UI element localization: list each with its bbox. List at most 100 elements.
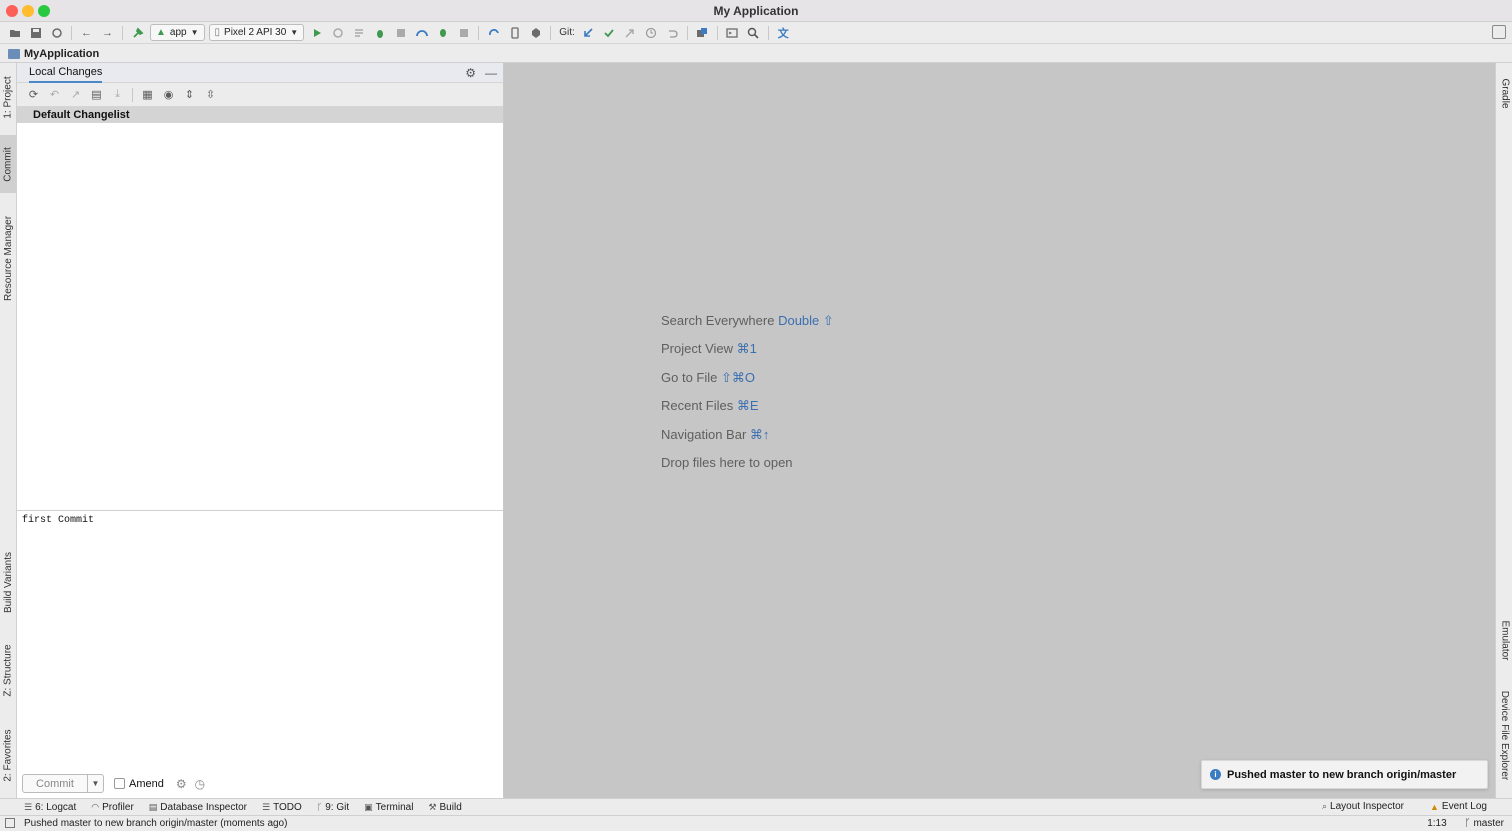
hammer-icon: ⚒ — [428, 801, 437, 812]
status-message[interactable]: Pushed master to new branch origin/maste… — [24, 818, 287, 829]
tab-terminal[interactable]: ▣ Terminal — [364, 802, 413, 813]
breadcrumb-project[interactable]: MyApplication — [24, 48, 99, 60]
tab-favorites[interactable]: 2: Favorites — [0, 718, 17, 793]
tab-resource-manager[interactable]: Resource Manager — [0, 203, 17, 313]
tab-device-file-explorer[interactable]: Device File Explorer — [1496, 683, 1512, 788]
sync-icon[interactable] — [48, 24, 66, 42]
git-update-icon[interactable] — [579, 24, 597, 42]
toolbar-divider — [767, 25, 769, 40]
tab-emulator[interactable]: Emulator — [1496, 613, 1512, 668]
tab-layout-inspector[interactable]: ⌕ Layout Inspector — [1322, 801, 1404, 812]
show-diff-icon[interactable]: ▤ — [88, 86, 106, 104]
toolbar-divider — [478, 25, 480, 40]
run-coverage-icon[interactable] — [392, 24, 410, 42]
tab-git[interactable]: ᚴ 9: Git — [317, 802, 349, 813]
apply-changes-icon[interactable] — [329, 24, 347, 42]
hint-recent-files: Recent Files ⌘E — [661, 398, 759, 414]
device-selector-label: Pixel 2 API 30 — [224, 27, 287, 38]
commit-button[interactable]: Commit ▼ — [22, 774, 104, 793]
expand-all-icon[interactable]: ⇕ — [181, 86, 199, 104]
module-selector-label: app — [169, 27, 187, 38]
checkbox-icon[interactable] — [114, 778, 125, 789]
tab-structure[interactable]: Z: Structure — [0, 633, 17, 708]
user-account-icon[interactable] — [1492, 25, 1506, 39]
eye-icon[interactable]: ◉ — [160, 86, 178, 104]
gear-icon[interactable]: ⚙ — [465, 66, 476, 80]
commit-message-editor[interactable]: first Commit — [17, 510, 503, 769]
tab-event-log[interactable]: ▲ Event Log — [1430, 801, 1487, 812]
rollback-icon[interactable]: ↶ — [46, 86, 64, 104]
refresh-icon[interactable]: ⟳ — [25, 86, 43, 104]
android-icon: ▲ — [156, 27, 166, 38]
amend-checkbox[interactable]: Amend — [114, 778, 164, 790]
default-changelist-node[interactable]: Default Changelist — [17, 107, 503, 123]
forward-arrow-icon[interactable]: → — [99, 24, 117, 42]
tab-build[interactable]: ⚒ Build — [428, 802, 461, 813]
tab-database-inspector[interactable]: ▤ Database Inspector — [149, 802, 247, 813]
stop-icon[interactable] — [455, 24, 473, 42]
title-bar: My Application — [0, 0, 1512, 22]
module-selector[interactable]: ▲ app ▼ — [150, 24, 205, 41]
clock-icon[interactable]: ◷ — [195, 777, 205, 791]
todo-icon: ☰ — [262, 801, 271, 812]
tab-logcat[interactable]: ☰ 6: Logcat — [24, 802, 76, 813]
window-title: My Application — [713, 4, 799, 18]
device-selector[interactable]: ▯ Pixel 2 API 30 ▼ — [208, 24, 305, 41]
tab-commit[interactable]: Commit — [0, 135, 17, 193]
tab-gradle[interactable]: Gradle — [1496, 68, 1512, 118]
tab-local-changes[interactable]: Local Changes — [29, 63, 103, 83]
git-commit-icon[interactable] — [600, 24, 618, 42]
chevron-down-icon[interactable]: ▼ — [87, 775, 103, 792]
gear-icon[interactable]: ⚙ — [176, 777, 187, 791]
git-label: Git: — [559, 27, 575, 38]
event-log-icon: ▲ — [1430, 801, 1439, 812]
rollback-icon[interactable] — [663, 24, 681, 42]
search-icon[interactable] — [744, 24, 762, 42]
shelve-icon[interactable]: ⤓ — [109, 86, 127, 104]
sdk-manager-icon[interactable] — [527, 24, 545, 42]
make-project-hammer-icon[interactable] — [129, 24, 147, 42]
hint-drop-files: Drop files here to open — [661, 454, 793, 470]
avd-manager-icon[interactable] — [506, 24, 524, 42]
git-push-icon[interactable] — [621, 24, 639, 42]
layout-inspector-icon: ⌕ — [1322, 801, 1328, 811]
status-bar: Pushed master to new branch origin/maste… — [0, 815, 1512, 831]
save-icon[interactable] — [27, 24, 45, 42]
status-toggle-icon[interactable] — [5, 818, 15, 828]
move-to-changelist-icon[interactable]: ↗ — [67, 86, 85, 104]
history-icon[interactable] — [642, 24, 660, 42]
main-toolbar: ← → ▲ app ▼ ▯ Pixel 2 API 30 ▼ Git: 文 — [0, 22, 1512, 44]
toolbar-divider — [132, 87, 133, 102]
push-notification[interactable]: i Pushed master to new branch origin/mas… — [1201, 760, 1488, 789]
profile-icon[interactable] — [413, 24, 431, 42]
git-branch-widget[interactable]: ᚴ master — [1465, 818, 1504, 829]
minimize-icon[interactable]: — — [485, 66, 497, 80]
tab-profiler[interactable]: ◠ Profiler — [91, 802, 134, 813]
debug-icon[interactable] — [371, 24, 389, 42]
group-by-icon[interactable]: ▦ — [139, 86, 157, 104]
translate-icon[interactable]: 文 — [774, 24, 792, 42]
open-icon[interactable] — [6, 24, 24, 42]
tab-project[interactable]: 1: Project — [0, 63, 17, 131]
run-icon[interactable] — [308, 24, 326, 42]
toolbar-divider — [122, 25, 123, 40]
project-structure-icon[interactable] — [693, 24, 711, 42]
attach-debugger-icon[interactable] — [434, 24, 452, 42]
toolbar-divider — [716, 25, 718, 40]
tab-todo[interactable]: ☰ TODO — [262, 802, 302, 813]
left-tool-stripe: 1: Project Commit Resource Manager Build… — [0, 63, 17, 798]
toolbar-divider — [686, 25, 688, 40]
apply-code-changes-icon[interactable] — [350, 24, 368, 42]
phone-icon: ▯ — [214, 27, 221, 38]
run-anything-icon[interactable] — [723, 24, 741, 42]
caret-position[interactable]: 1:13 — [1427, 818, 1446, 829]
editor-empty-area: Search Everywhere Double ⇧ Project View … — [504, 63, 1495, 798]
profiler-icon: ◠ — [91, 801, 100, 812]
sync-gradle-icon[interactable] — [485, 24, 503, 42]
info-icon: i — [1210, 769, 1221, 780]
back-arrow-icon[interactable]: ← — [78, 24, 96, 42]
collapse-all-icon[interactable]: ⇳ — [202, 86, 220, 104]
tab-build-variants[interactable]: Build Variants — [0, 541, 17, 623]
changes-tree[interactable] — [17, 123, 503, 509]
commit-message-text[interactable]: first Commit — [17, 511, 503, 530]
